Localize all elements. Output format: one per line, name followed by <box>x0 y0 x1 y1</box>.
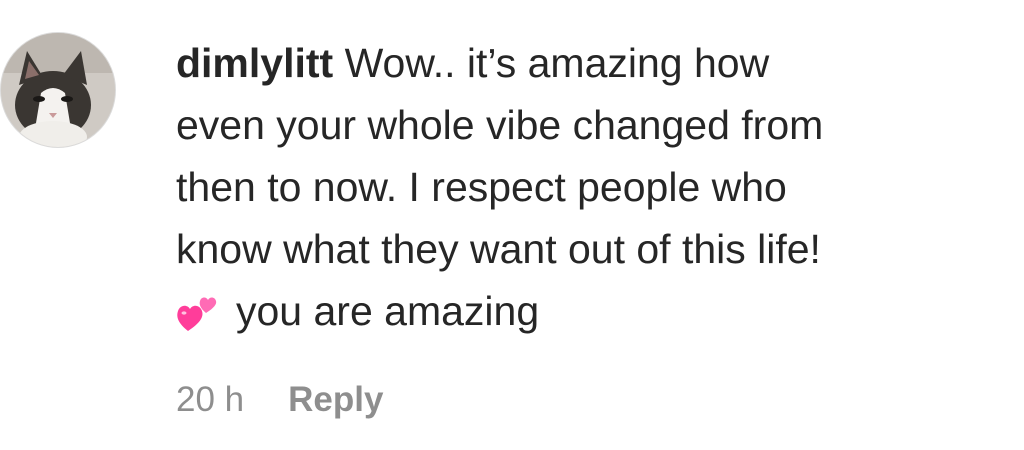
reply-button[interactable]: Reply <box>288 380 383 420</box>
comment-line-4: know what they want out of this life! <box>176 226 821 272</box>
comment-text: dimlylitt Wow.. it’s amazing how even yo… <box>176 32 996 342</box>
comment-item: dimlylitt Wow.. it’s amazing how even yo… <box>0 0 1024 450</box>
timestamp: 20 h <box>176 380 245 419</box>
cat-avatar-image <box>1 33 115 147</box>
comment-body: dimlylitt Wow.. it’s amazing how even yo… <box>176 32 996 342</box>
comment-line-1: Wow.. it’s amazing how <box>344 40 770 86</box>
username-link[interactable]: dimlylitt <box>176 40 333 86</box>
avatar[interactable] <box>0 32 116 148</box>
comment-meta: 20 h Reply <box>176 380 383 420</box>
two-hearts-icon <box>176 293 222 333</box>
comment-line-3: then to now. I respect people who <box>176 164 787 210</box>
comment-line-5: you are amazing <box>236 288 540 334</box>
comment-line-2: even your whole vibe changed from <box>176 102 824 148</box>
